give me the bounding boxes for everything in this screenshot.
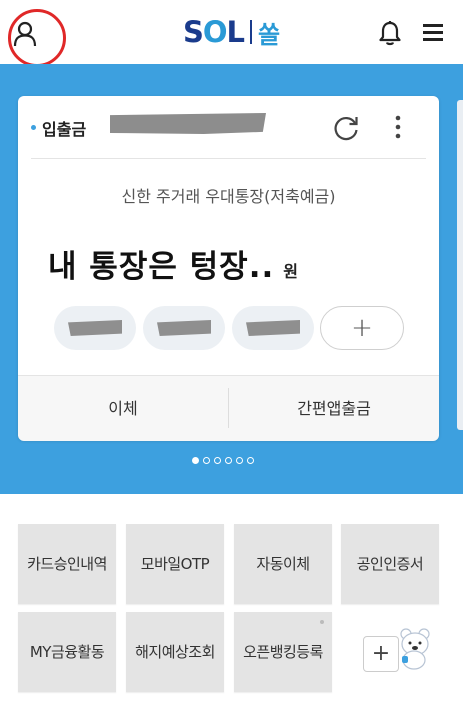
pager-dot[interactable] [214, 457, 221, 464]
tile-label: 해지예상조회 [135, 643, 215, 661]
shortcut-chip[interactable] [232, 306, 314, 350]
tile-label: 모바일OTP [140, 555, 210, 573]
more-options-icon[interactable] [394, 114, 402, 140]
product-name: 신한 주거래 우대통장(저축예금) [121, 187, 336, 206]
account-type-label: 입출금 [42, 120, 87, 139]
redacted-chip-label [157, 320, 211, 336]
card-header: 입출금 [18, 96, 439, 158]
tile-label: 자동이체 [256, 555, 310, 573]
card-actions: 이체 간편앱출금 [18, 375, 439, 441]
tile-certificate[interactable]: 공인인증서 [341, 524, 439, 604]
currency-label: 원 [283, 262, 298, 281]
logo-divider [250, 20, 253, 44]
balance-text: 내 통장은 텅장.. [48, 249, 275, 285]
logo-sol-text: SOL [183, 15, 245, 49]
tile-open-banking[interactable]: 오픈뱅킹등록 [234, 612, 332, 692]
redacted-account-number [110, 113, 266, 134]
tile-label: 카드승인내역 [27, 555, 107, 573]
tile-badge-dot [320, 620, 324, 624]
card-divider [31, 158, 426, 159]
pager-dot[interactable] [225, 457, 232, 464]
tile-mobile-otp[interactable]: 모바일OTP [126, 524, 224, 604]
hamburger-menu-icon[interactable] [422, 23, 444, 42]
easy-withdraw-button[interactable]: 간편앱출금 [229, 376, 439, 441]
add-shortcut-button[interactable]: + [320, 306, 404, 350]
bell-icon[interactable] [378, 20, 402, 46]
pager-dot[interactable] [247, 457, 254, 464]
tile-label: 오픈뱅킹등록 [243, 643, 323, 661]
tile-auto-transfer[interactable]: 자동이체 [234, 524, 332, 604]
user-icon [13, 21, 37, 47]
pager-dot[interactable] [192, 457, 199, 464]
account-card[interactable]: 입출금 신한 주거래 우대통장(저축예금) 내 통장은 텅장.. 원 + 이체 … [18, 96, 439, 441]
shortcut-chip[interactable] [143, 306, 225, 350]
profile-button[interactable] [6, 8, 66, 67]
tile-label: MY금융활동 [29, 643, 105, 661]
carousel-pager [192, 457, 254, 464]
pager-dot[interactable] [236, 457, 243, 464]
sol-logo[interactable]: SOL 쏠 [183, 14, 280, 50]
next-card-peek[interactable] [457, 100, 463, 430]
plus-icon: + [351, 313, 373, 343]
tile-cancel-estimate[interactable]: 해지예상조회 [126, 612, 224, 692]
app-header: SOL 쏠 [0, 0, 463, 67]
tile-my-finance[interactable]: MY금융활동 [18, 612, 116, 692]
redacted-chip-label [68, 320, 122, 336]
bear-mascot-icon [400, 628, 430, 670]
tile-card-approval[interactable]: 카드승인내역 [18, 524, 116, 604]
shortcut-chip[interactable] [54, 306, 136, 350]
account-type-dot [31, 125, 36, 130]
pager-dot[interactable] [203, 457, 210, 464]
tile-label: 공인인증서 [356, 555, 424, 573]
redacted-chip-label [246, 320, 300, 336]
refresh-icon[interactable] [332, 114, 360, 142]
transfer-button[interactable]: 이체 [18, 376, 228, 441]
logo-ko-text: 쏠 [258, 20, 281, 49]
balance-row[interactable]: 내 통장은 텅장.. 원 [48, 241, 298, 286]
